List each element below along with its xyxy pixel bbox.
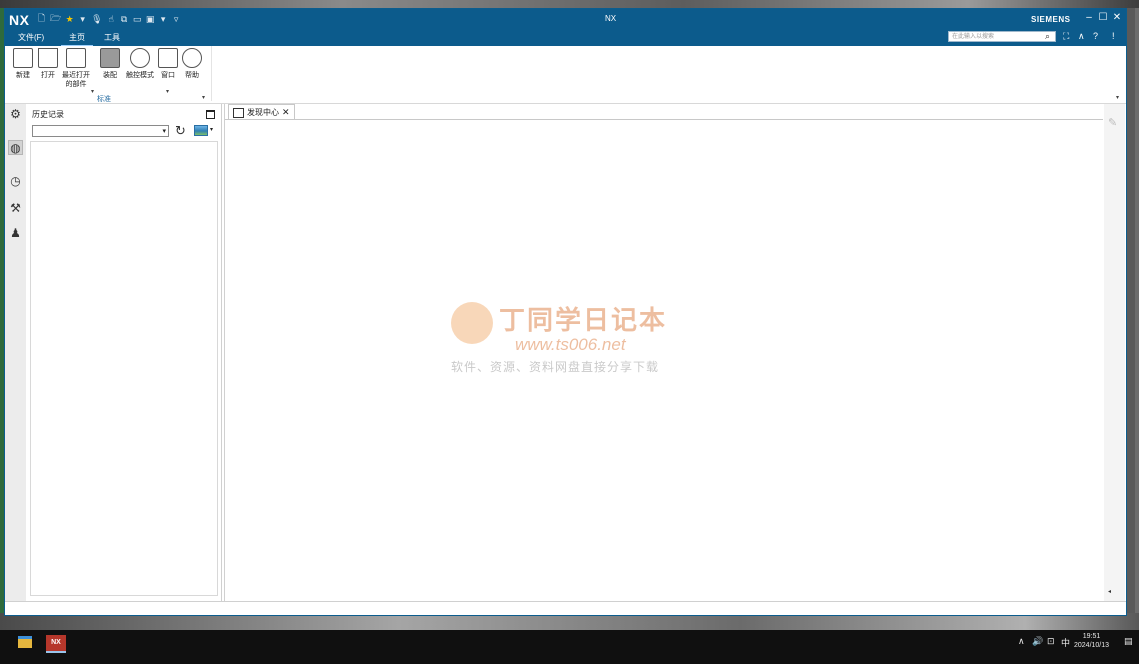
file-explorer-icon[interactable] [18,636,32,648]
window-icon [158,48,178,68]
discovery-content: 丁同学日记本 www.ts006.net 软件、资源、资料网盘直接分享下载 [225,119,1103,601]
recent-parts-dropdown-icon[interactable]: ▾ [91,88,94,95]
tab-tools[interactable]: 工具 [104,32,120,43]
touch-icon[interactable]: ☝ [107,13,116,25]
dog-mascot-icon [451,302,493,344]
clock-time: 19:51 [1082,633,1101,640]
dropdown-icon[interactable]: ▾ [78,13,87,25]
watermark-url: www.ts006.net [515,335,626,354]
chevron-down-icon: ▾ [162,128,166,135]
window-title: NX [605,14,617,23]
microphone-icon[interactable]: 🎙 [91,13,102,25]
window-button[interactable]: 窗口 [158,48,178,80]
open-folder-icon[interactable]: 🗁 [50,13,61,25]
ribbon: 新建 打开 最近打开 的部件 ▾ 装配 触控模式 窗口 ▾ 帮助 标准 ▾ ▾ [5,46,1126,104]
new-document-icon [13,48,33,68]
window-menu-icon[interactable]: ▣ [146,13,155,25]
ribbon-group-label: 标准 [97,96,111,103]
network-icon[interactable]: ⊡ [1047,636,1055,647]
history-list[interactable] [30,141,218,596]
view-mode-dropdown-icon[interactable]: ▾ [210,126,213,133]
customize-icon[interactable]: ▿ [172,13,181,25]
eraser-icon[interactable]: ✎ [1108,116,1117,129]
view-mode-icon[interactable] [194,125,208,136]
tools-icon[interactable]: ⚒ [8,201,23,216]
ime-indicator[interactable]: 中 [1061,636,1070,649]
siemens-brand: SIEMENS [1031,15,1071,24]
touch-mode-button[interactable]: 触控模式 [126,48,154,80]
discovery-icon [233,107,244,118]
watermark: 丁同学日记本 www.ts006.net 软件、资源、资料网盘直接分享下载 [451,300,711,375]
tab-discovery-center[interactable]: 发现中心 ✕ [228,104,295,120]
main-area: 发现中心 ✕ 丁同学日记本 www.ts006.net 软件、资源、资料网盘直接… [224,104,1104,601]
clock[interactable]: 19:51 2024/10/13 [1074,632,1109,650]
status-bar [5,601,1126,615]
star-icon[interactable]: ★ [65,13,74,25]
recent-parts-button[interactable]: 最近打开 的部件 [62,48,90,89]
history-panel-title: 历史记录 [32,110,64,119]
ribbon-options-icon[interactable]: ▾ [1116,94,1119,101]
maximize-icon[interactable]: ☐ [1097,12,1109,24]
resource-bar: ⚙ ◍ ◷ ⚒ ♟ [5,104,27,601]
watermark-subtitle: 软件、资源、资料网盘直接分享下载 [451,360,660,374]
tab-file[interactable]: 文件(F) [18,32,44,43]
title-bar: NX 🗋 🗁 ★ ▾ 🎙 ☝ ⧉ ▭ ▣ ▾ ▿ NX SIEMENS – ☐ … [5,9,1126,47]
history-filter-select[interactable]: ▾ [32,125,169,137]
nx-logo: NX [9,12,30,28]
window-icon[interactable]: ▭ [133,13,142,25]
watermark-title: 丁同学日记本 [499,305,668,335]
alert-icon[interactable]: ! [1112,31,1115,41]
dropdown-icon[interactable]: ▾ [159,13,168,25]
tab-label: 发现中心 [247,108,279,117]
search-icon[interactable]: ⌕ [1045,31,1050,42]
right-rail: ✎ ◂ [1104,104,1125,601]
touch-mode-icon [130,48,150,68]
fullscreen-icon[interactable]: ⛶ [1063,31,1069,42]
open-folder-icon [38,48,58,68]
chevron-up-icon[interactable]: ∧ [1018,636,1025,647]
close-icon[interactable]: ✕ [1111,12,1123,24]
settings-icon[interactable]: ⚙ [8,107,23,122]
taskbar-nx-app[interactable]: NX [46,635,66,653]
maximize-panel-icon[interactable] [206,110,215,119]
volume-icon[interactable]: 🔊 [1032,636,1043,647]
close-tab-icon[interactable]: ✕ [282,105,290,120]
desktop-background-right [1135,8,1139,613]
web-browser-icon[interactable]: ◍ [8,140,23,155]
quick-access-toolbar: 🗋 🗁 ★ ▾ 🎙 ☝ ⧉ ▭ ▣ ▾ ▿ [37,12,181,26]
clock-date: 2024/10/13 [1074,642,1110,649]
ribbon-group-divider [211,46,212,101]
open-button[interactable]: 打开 [38,48,58,80]
history-clock-icon[interactable]: ◷ [8,174,23,189]
window-dropdown-icon[interactable]: ▾ [166,88,169,95]
roles-icon[interactable]: ♟ [8,226,23,241]
minimize-icon[interactable]: – [1083,12,1095,24]
taskbar: NX ∧ 🔊 ⊡ 中 19:51 2024/10/13 ▤ [0,630,1139,664]
recent-parts-icon [66,48,86,68]
history-panel: 历史记录 ▾ ↻ ▾ [26,104,222,601]
expand-icon[interactable]: ◂ [1108,588,1111,595]
assembly-icon [100,48,120,68]
new-file-icon[interactable]: 🗋 [37,13,46,25]
nx-window: NX 🗋 🗁 ★ ▾ 🎙 ☝ ⧉ ▭ ▣ ▾ ▿ NX SIEMENS – ☐ … [4,8,1127,616]
desktop-background-top [0,0,1139,8]
search-input[interactable]: 在此输入以搜索 [948,31,1056,42]
group-expand-icon[interactable]: ▾ [202,94,205,101]
assembly-button[interactable]: 装配 [100,48,120,80]
help-icon [182,48,202,68]
new-button[interactable]: 新建 [13,48,33,80]
tab-home[interactable]: 主页 [61,32,93,47]
refresh-icon[interactable]: ↻ [175,124,186,138]
copy-windows-icon[interactable]: ⧉ [120,13,129,25]
help-button[interactable]: 帮助 [182,48,202,80]
collapse-ribbon-icon[interactable]: ∧ [1078,31,1085,42]
notifications-icon[interactable]: ▤ [1124,636,1133,647]
help-icon[interactable]: ? [1093,31,1098,41]
